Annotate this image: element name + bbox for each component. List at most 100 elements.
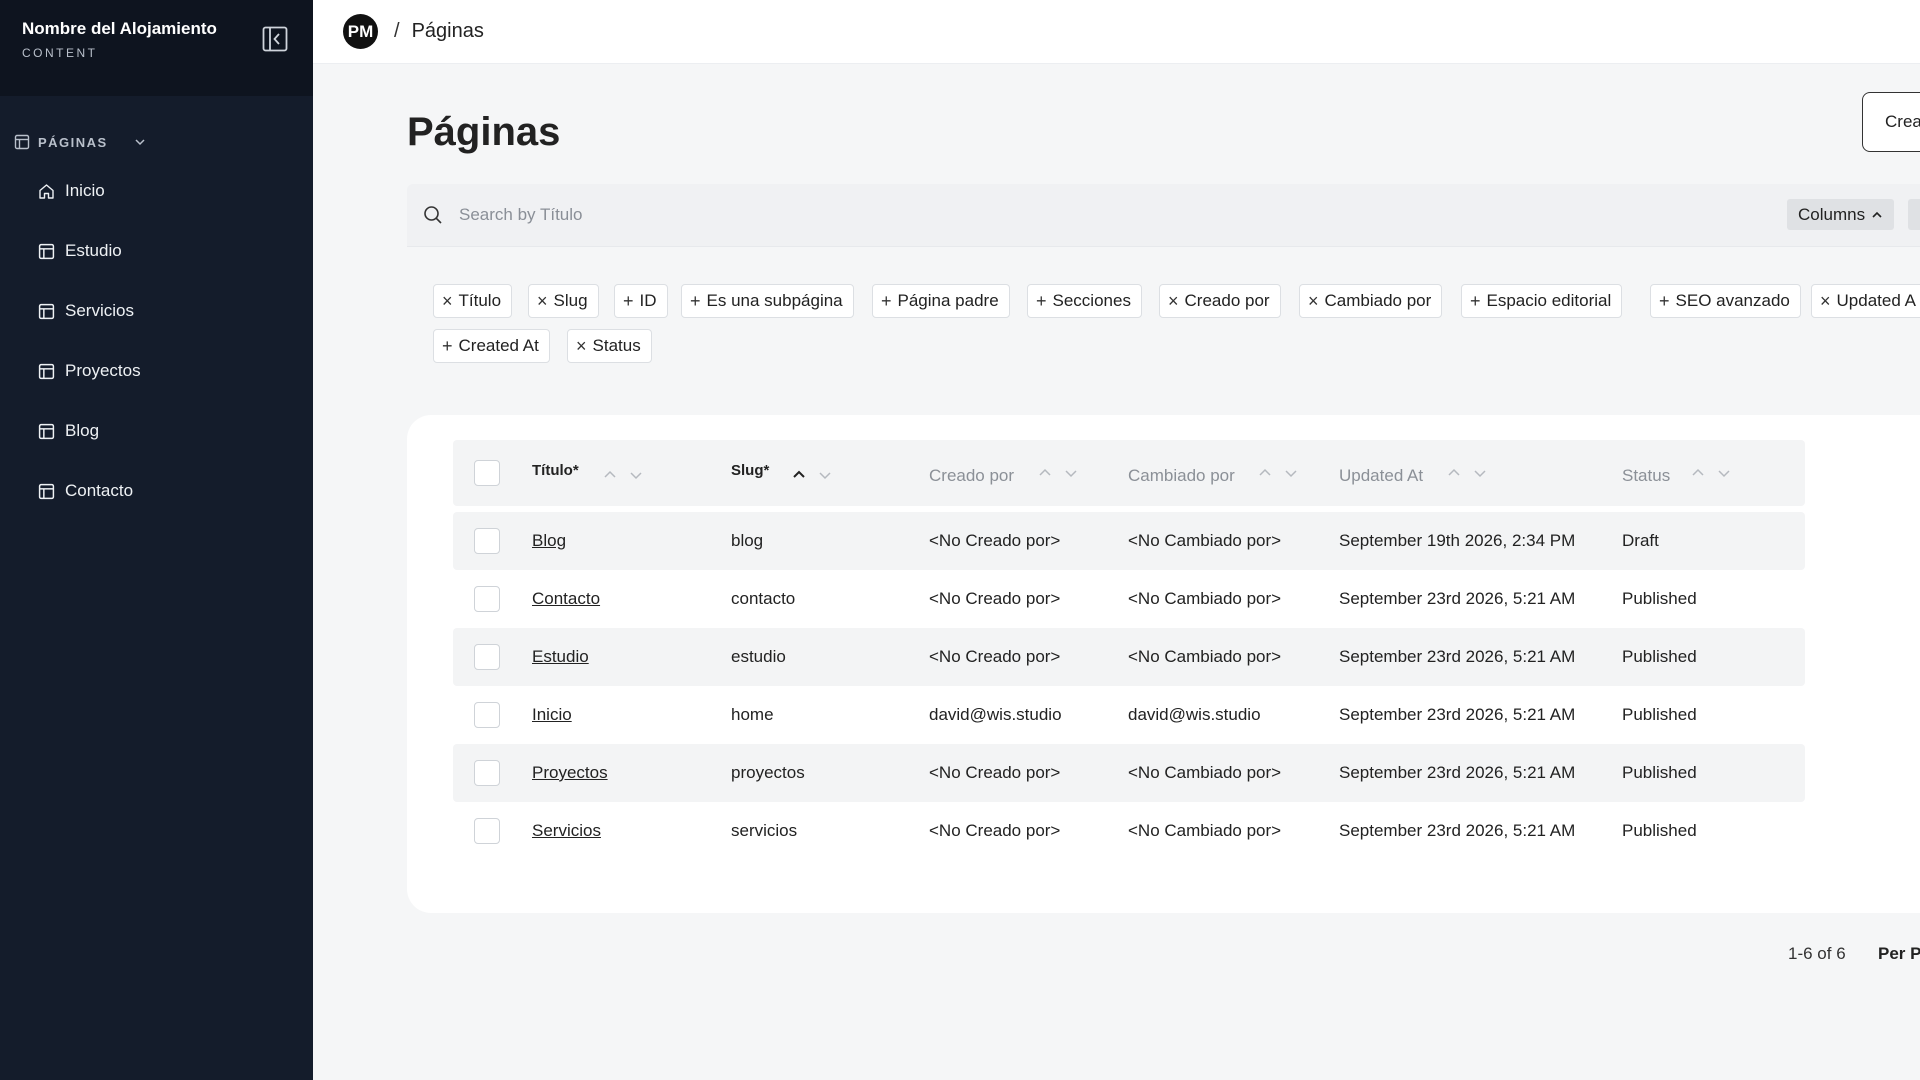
sidebar-item-estudio[interactable]: Estudio — [38, 241, 122, 261]
row-checkbox[interactable] — [474, 528, 500, 554]
header-cambiado-por: Cambiado por — [1128, 466, 1235, 485]
column-chip-id[interactable]: + ID — [614, 284, 668, 318]
title-link[interactable]: Estudio — [532, 647, 589, 667]
title-link[interactable]: Servicios — [532, 821, 601, 841]
column-chip-cambiado-por[interactable]: × Cambiado por — [1299, 284, 1443, 318]
changed-by-cell: <No Cambiado por> — [1128, 647, 1282, 666]
title-link[interactable]: Contacto — [532, 589, 600, 609]
add-icon: + — [690, 290, 701, 311]
created-by-cell: <No Creado por> — [929, 531, 1061, 550]
chip-label: SEO avanzado — [1675, 291, 1790, 310]
slug-cell: proyectos — [731, 763, 805, 782]
row-checkbox[interactable] — [474, 644, 500, 670]
changed-by-cell: <No Cambiado por> — [1128, 821, 1282, 840]
sort-asc-icon[interactable] — [1691, 466, 1705, 480]
sort-asc-icon[interactable] — [1447, 466, 1461, 480]
site-subtitle: CONTENT — [22, 46, 98, 60]
filters-button[interactable] — [1908, 199, 1920, 230]
sort-desc-icon[interactable] — [818, 468, 832, 482]
search-input[interactable] — [459, 205, 1159, 225]
sidebar-item-contacto[interactable]: Contacto — [38, 481, 133, 501]
sidebar-item-blog[interactable]: Blog — [38, 421, 99, 441]
status-cell: Published — [1622, 589, 1697, 608]
title-link[interactable]: Inicio — [532, 705, 572, 725]
sort-desc-icon[interactable] — [1064, 466, 1078, 480]
sort-desc-icon[interactable] — [629, 468, 643, 482]
columns-label: Columns — [1798, 204, 1866, 224]
add-icon: + — [881, 290, 892, 311]
column-chip-created-at[interactable]: + Created At — [433, 329, 550, 363]
column-chip-slug[interactable]: × Slug — [528, 284, 599, 318]
sort-asc-icon[interactable] — [1038, 466, 1052, 480]
status-cell: Published — [1622, 705, 1697, 724]
remove-icon: × — [576, 335, 587, 356]
sidebar-item-label: Blog — [65, 421, 100, 440]
chip-label: Status — [592, 336, 641, 355]
row-checkbox[interactable] — [474, 586, 500, 612]
title-link[interactable]: Blog — [532, 531, 566, 551]
column-chip-secciones[interactable]: + Secciones — [1027, 284, 1142, 318]
avatar[interactable]: PM — [343, 14, 378, 49]
header-titulo: Título* — [532, 462, 579, 479]
breadcrumb[interactable]: Páginas — [412, 20, 484, 43]
table-row: Estudio estudio <No Creado por> <No Camb… — [453, 628, 1805, 686]
column-chip-titulo[interactable]: × Título — [433, 284, 513, 318]
column-chip-es-una-subpagina[interactable]: + Es una subpágina — [681, 284, 854, 318]
column-chip-updated-at[interactable]: × Updated A — [1811, 284, 1920, 318]
per-page-selector[interactable]: Per P — [1878, 944, 1920, 964]
updated-at-cell: September 23rd 2026, 5:21 AM — [1339, 705, 1576, 724]
row-checkbox[interactable] — [474, 760, 500, 786]
created-by-cell: <No Creado por> — [929, 763, 1061, 782]
header-status: Status — [1622, 466, 1671, 485]
create-new-button[interactable]: Crea — [1862, 92, 1920, 152]
sidebar: Nombre del Alojamiento CONTENT PÁGINAS I… — [0, 0, 313, 1080]
sort-desc-icon[interactable] — [1473, 466, 1487, 480]
created-by-cell: <No Creado por> — [929, 589, 1061, 608]
columns-toggle-button[interactable]: Columns — [1787, 199, 1895, 230]
sort-asc-icon[interactable] — [1258, 466, 1272, 480]
created-by-cell: david@wis.studio — [929, 705, 1062, 724]
page-title: Páginas — [407, 110, 561, 154]
add-icon: + — [1036, 290, 1047, 311]
select-all-checkbox[interactable] — [474, 460, 500, 486]
column-chip-status[interactable]: × Status — [567, 329, 652, 363]
status-cell: Published — [1622, 821, 1697, 840]
sidebar-item-label: Servicios — [65, 301, 134, 320]
chip-label: Creado por — [1184, 291, 1270, 310]
sidebar-item-inicio[interactable]: Inicio — [38, 181, 105, 201]
chip-label: Título — [458, 291, 502, 310]
chip-label: Updated A — [1836, 291, 1916, 310]
changed-by-cell: <No Cambiado por> — [1128, 589, 1282, 608]
column-chip-pagina-padre[interactable]: + Página padre — [872, 284, 1010, 318]
sort-asc-icon[interactable] — [792, 468, 806, 482]
sort-desc-icon[interactable] — [1284, 466, 1298, 480]
slug-cell: blog — [731, 531, 764, 550]
sidebar-item-proyectos[interactable]: Proyectos — [38, 361, 141, 381]
table-row: Inicio home david@wis.studio david@wis.s… — [453, 686, 1805, 744]
chip-label: ID — [639, 291, 657, 310]
layout-icon — [38, 483, 55, 499]
title-link[interactable]: Proyectos — [532, 763, 608, 783]
column-chip-seo-avanzado[interactable]: + SEO avanzado — [1650, 284, 1801, 318]
chip-label: Página padre — [897, 291, 999, 310]
chip-label: Secciones — [1052, 291, 1131, 310]
sidebar-group-paginas[interactable]: PÁGINAS — [14, 134, 146, 150]
column-chip-espacio-editorial[interactable]: + Espacio editorial — [1461, 284, 1623, 318]
column-chip-creado-por[interactable]: × Creado por — [1159, 284, 1281, 318]
row-checkbox[interactable] — [474, 818, 500, 844]
sort-asc-icon[interactable] — [603, 468, 617, 482]
layout-icon — [38, 363, 55, 379]
sidebar-item-servicios[interactable]: Servicios — [38, 301, 134, 321]
sort-desc-icon[interactable] — [1717, 466, 1731, 480]
breadcrumb-separator: / — [394, 20, 400, 42]
remove-icon: × — [537, 290, 548, 311]
slug-cell: servicios — [731, 821, 798, 840]
chip-label: Espacio editorial — [1486, 291, 1612, 310]
add-icon: + — [623, 290, 634, 311]
row-checkbox[interactable] — [474, 702, 500, 728]
sidebar-item-label: Proyectos — [65, 361, 141, 380]
changed-by-cell: <No Cambiado por> — [1128, 763, 1282, 782]
updated-at-cell: September 23rd 2026, 5:21 AM — [1339, 589, 1576, 608]
created-by-cell: <No Creado por> — [929, 647, 1061, 666]
collapse-sidebar-icon[interactable] — [262, 26, 288, 52]
